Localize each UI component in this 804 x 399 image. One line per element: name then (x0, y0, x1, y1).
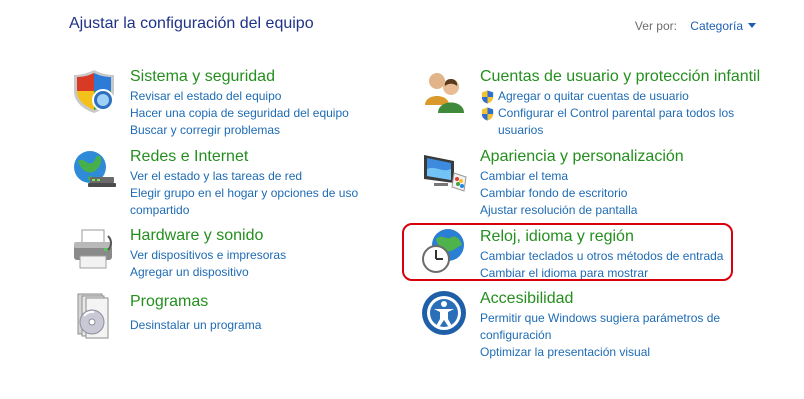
category-title[interactable]: Sistema y seguridad (130, 67, 349, 87)
view-by: Ver por: Categoría (635, 19, 756, 33)
uac-shield-icon (481, 107, 494, 121)
link-add-remove-accounts[interactable]: Agregar o quitar cuentas de usuario (498, 88, 689, 105)
chevron-down-icon[interactable] (748, 23, 756, 28)
security-shield-icon[interactable] (70, 67, 118, 115)
highlight-box (402, 223, 733, 281)
page-title: Ajustar la configuración del equipo (69, 15, 314, 32)
monitor-palette-icon[interactable] (420, 147, 468, 195)
category-title[interactable]: Apariencia y personalización (480, 147, 684, 167)
link-homegroup[interactable]: Elegir grupo en el hogar y opciones de u… (130, 185, 380, 219)
view-by-dropdown[interactable]: Categoría (690, 19, 756, 33)
view-by-value[interactable]: Categoría (690, 19, 743, 33)
link-optimize-display[interactable]: Optimizar la presentación visual (480, 344, 730, 361)
link-network-status[interactable]: Ver el estado y las tareas de red (130, 168, 380, 185)
link-desktop-background[interactable]: Cambiar fondo de escritorio (480, 185, 684, 202)
link-change-theme[interactable]: Cambiar el tema (480, 168, 684, 185)
category-title[interactable]: Redes e Internet (130, 147, 380, 167)
users-icon[interactable] (420, 67, 468, 115)
printer-icon[interactable] (70, 226, 118, 274)
category-title[interactable]: Programas (130, 292, 261, 312)
link-troubleshoot[interactable]: Buscar y corregir problemas (130, 122, 349, 139)
link-check-status[interactable]: Revisar el estado del equipo (130, 88, 349, 105)
category-title[interactable]: Hardware y sonido (130, 226, 286, 246)
link-screen-resolution[interactable]: Ajustar resolución de pantalla (480, 202, 684, 219)
uac-shield-icon (481, 90, 494, 104)
link-backup[interactable]: Hacer una copia de seguridad del equipo (130, 105, 349, 122)
category-title[interactable]: Accesibilidad (480, 289, 730, 309)
link-windows-suggest-settings[interactable]: Permitir que Windows sugiera parámetros … (480, 310, 730, 344)
programs-disc-icon[interactable] (70, 292, 118, 340)
accessibility-icon[interactable] (420, 289, 468, 337)
link-devices-printers[interactable]: Ver dispositivos e impresoras (130, 247, 286, 264)
link-uninstall[interactable]: Desinstalar un programa (130, 317, 261, 334)
network-globe-icon[interactable] (70, 147, 118, 195)
link-parental-control[interactable]: Configurar el Control parental para todo… (498, 105, 738, 139)
category-title[interactable]: Cuentas de usuario y protección infantil (480, 67, 760, 87)
view-by-label: Ver por: (634, 19, 677, 33)
link-add-device[interactable]: Agregar un dispositivo (130, 264, 286, 281)
